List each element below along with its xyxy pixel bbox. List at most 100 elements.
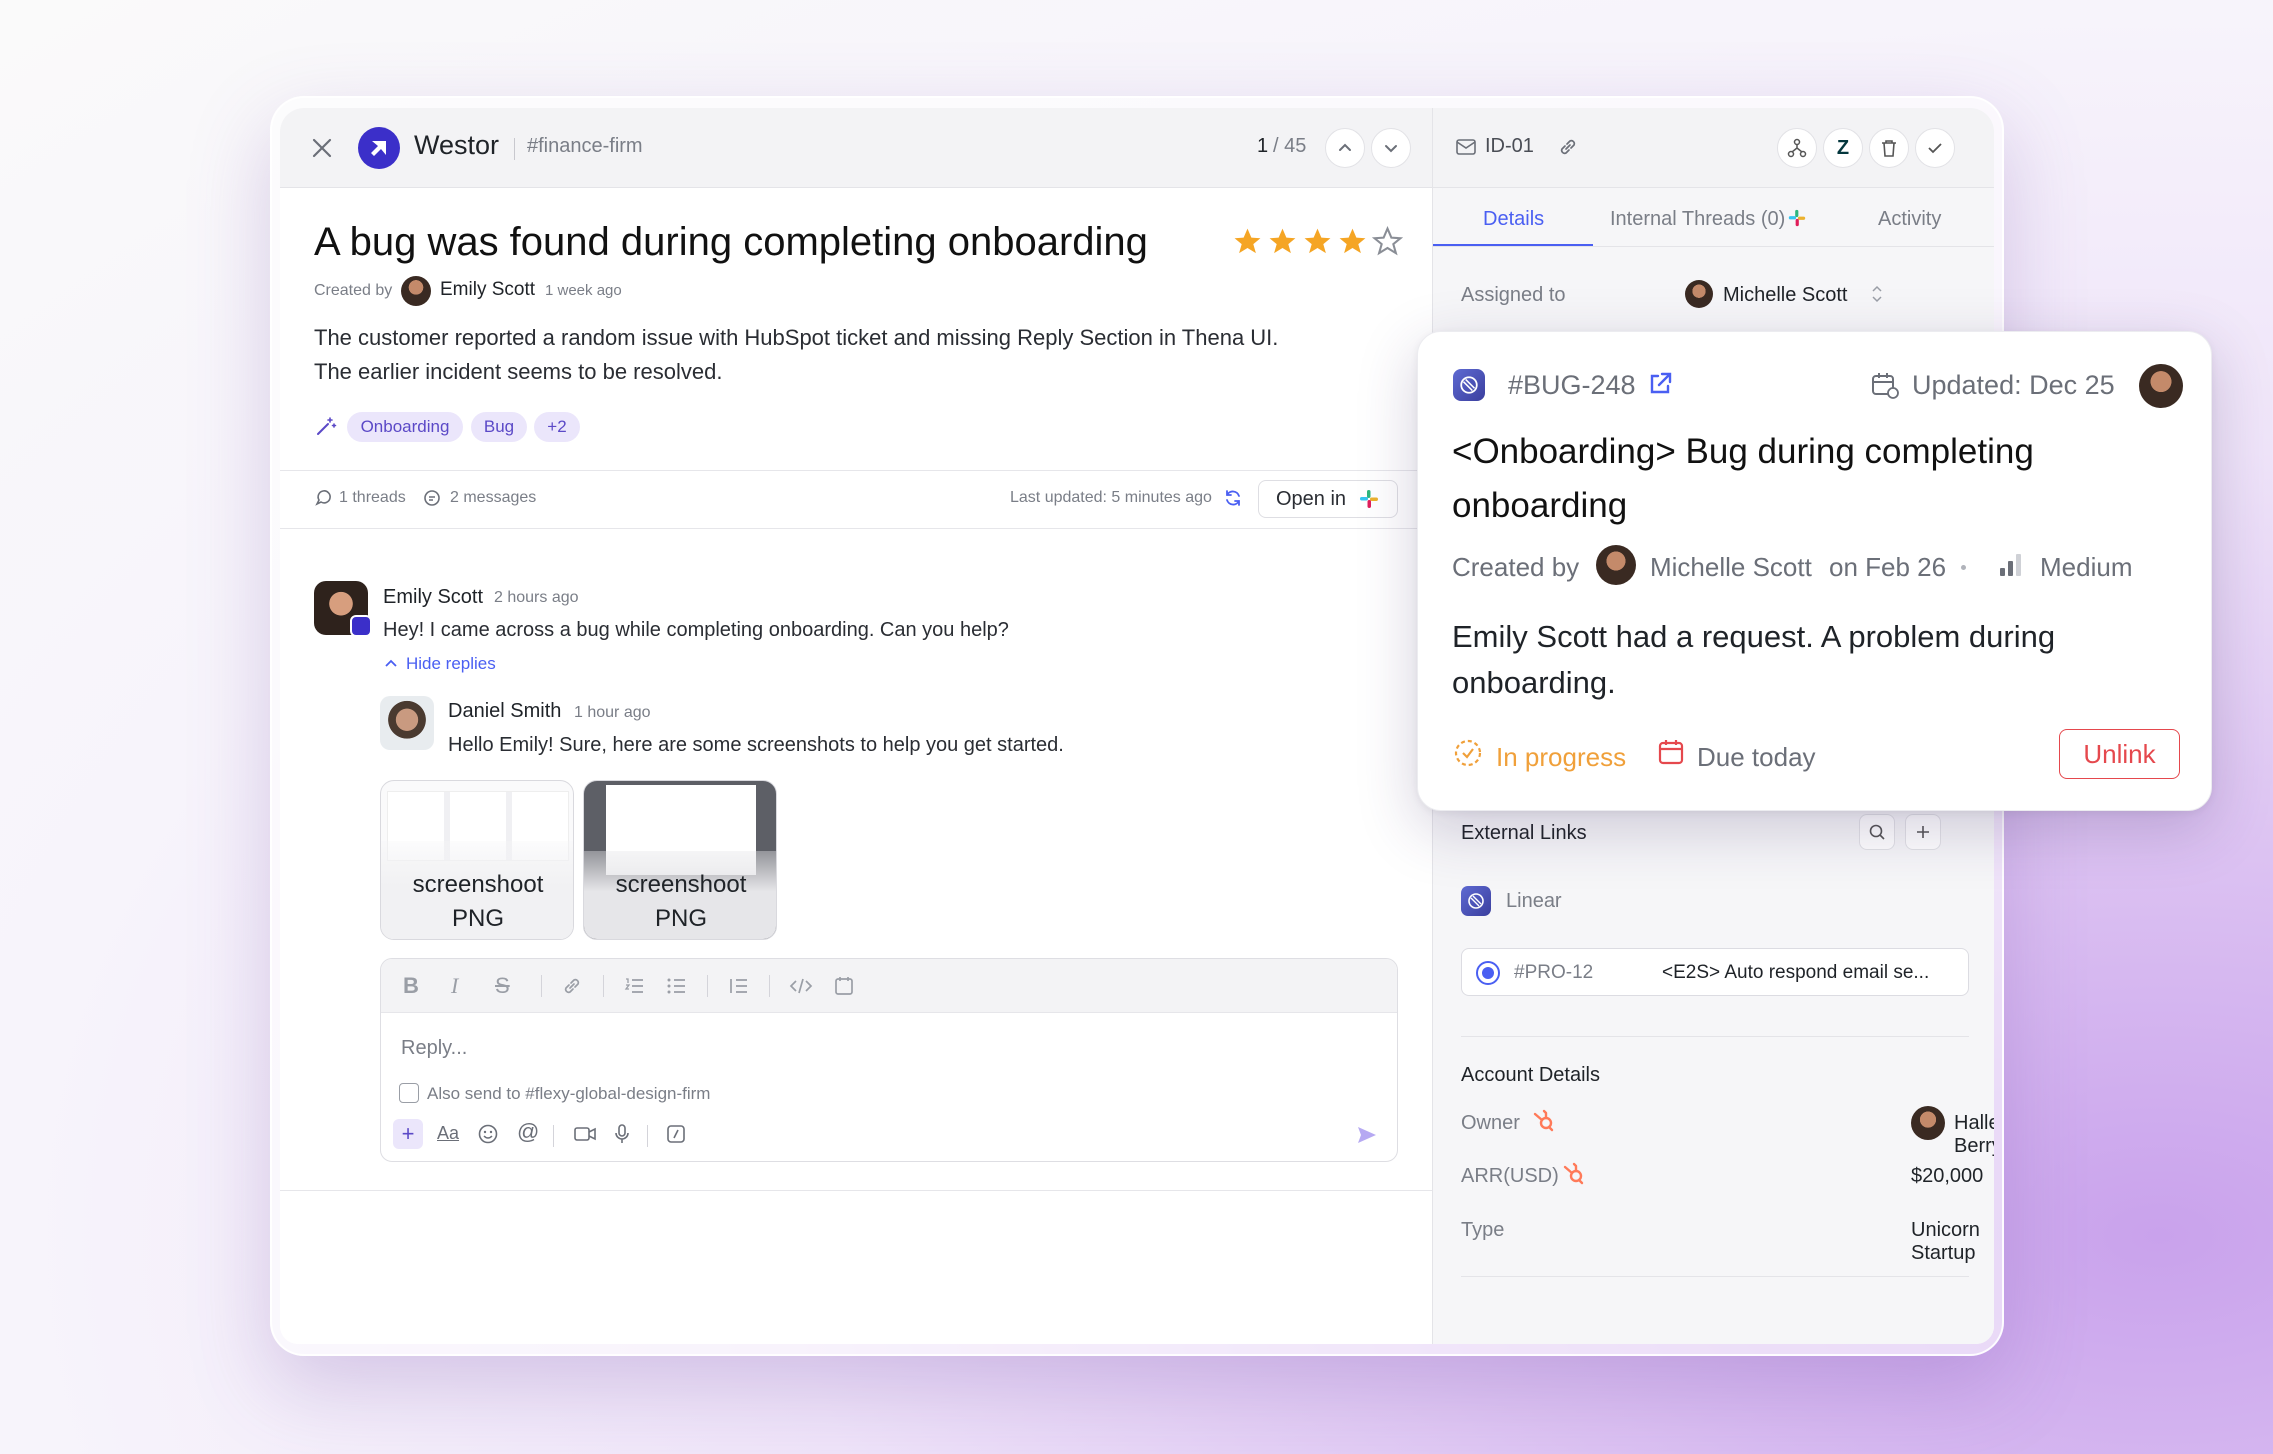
hide-replies-button[interactable]: Hide replies bbox=[384, 654, 496, 674]
chevron-down-icon bbox=[1385, 145, 1397, 153]
bold-icon[interactable]: B bbox=[403, 973, 419, 999]
bug-priority: Medium bbox=[2040, 552, 2133, 582]
formatting-toolbar: B I S bbox=[381, 959, 1397, 1013]
refresh-icon[interactable] bbox=[1223, 488, 1243, 508]
avatar bbox=[1911, 1106, 1945, 1140]
bug-created-by-label: Created by bbox=[1452, 552, 1580, 582]
trash-icon bbox=[1882, 140, 1896, 157]
messages-count: 2 messages bbox=[450, 489, 537, 506]
external-link-icon[interactable] bbox=[1646, 370, 1674, 403]
type-value: Unicorn Startup bbox=[1911, 1219, 1980, 1264]
tab-internal-threads[interactable]: Internal Threads (0) bbox=[1610, 208, 1785, 231]
ticket-title: A bug was found during completing onboar… bbox=[314, 220, 1148, 264]
next-button[interactable] bbox=[1371, 128, 1411, 168]
created-ago: 1 week ago bbox=[545, 282, 622, 299]
message-author[interactable]: Daniel Smith bbox=[448, 700, 561, 723]
workflow-button[interactable] bbox=[1777, 128, 1817, 168]
avatar bbox=[401, 276, 431, 306]
panel-topbar: ID-01 Z bbox=[1433, 108, 1994, 188]
avatar bbox=[1596, 545, 1636, 585]
hubspot-icon bbox=[1531, 1108, 1557, 1139]
attachment-name: screenshoot bbox=[615, 871, 747, 898]
resolve-button[interactable] bbox=[1915, 128, 1955, 168]
calendar-refresh-icon bbox=[1870, 370, 1900, 405]
toolbar-divider bbox=[541, 975, 542, 997]
star-filled-icon[interactable] bbox=[1232, 226, 1263, 257]
westor-badge-icon bbox=[350, 615, 372, 637]
blockquote-icon[interactable] bbox=[727, 975, 749, 1002]
ticket-author[interactable]: Emily Scott bbox=[440, 279, 535, 301]
previous-button[interactable] bbox=[1325, 128, 1365, 168]
zendesk-button[interactable]: Z bbox=[1823, 128, 1863, 168]
bullet-list-icon[interactable] bbox=[665, 975, 687, 1002]
slack-icon bbox=[1360, 490, 1379, 508]
star-filled-icon[interactable] bbox=[1337, 226, 1368, 257]
tag-more[interactable]: +2 bbox=[534, 412, 580, 442]
star-empty-icon[interactable] bbox=[1372, 226, 1403, 257]
zendesk-icon: Z bbox=[1836, 136, 1850, 159]
bug-title-line1[interactable]: <Onboarding> Bug during completing bbox=[1452, 432, 2034, 472]
attachment-thumbnail[interactable]: screenshoot PNG bbox=[583, 780, 777, 940]
channel-name: #finance-firm bbox=[527, 135, 643, 157]
close-icon[interactable] bbox=[308, 134, 336, 162]
assignee-select[interactable]: Michelle Scott bbox=[1723, 284, 1848, 307]
italic-icon[interactable]: I bbox=[451, 973, 458, 999]
ordered-list-icon[interactable] bbox=[623, 975, 645, 1002]
tag-onboarding[interactable]: Onboarding bbox=[347, 412, 463, 442]
search-icon bbox=[1869, 824, 1885, 840]
text-format-icon[interactable]: Aa bbox=[437, 1123, 459, 1144]
microphone-icon[interactable] bbox=[613, 1123, 631, 1150]
code-icon[interactable] bbox=[789, 975, 813, 1002]
slash-command-icon[interactable] bbox=[665, 1123, 687, 1150]
link-icon[interactable] bbox=[561, 975, 583, 1002]
linear-icon bbox=[1453, 369, 1485, 401]
reply-input[interactable]: Reply... bbox=[401, 1037, 467, 1060]
tag-bug[interactable]: Bug bbox=[471, 412, 527, 442]
add-button[interactable]: + bbox=[393, 1119, 423, 1149]
send-icon[interactable] bbox=[1355, 1123, 1379, 1152]
hubspot-icon bbox=[1561, 1161, 1587, 1192]
avatar bbox=[2139, 364, 2183, 408]
linear-label: Linear bbox=[1506, 890, 1562, 912]
in-progress-icon bbox=[1476, 961, 1500, 985]
messages-icon bbox=[423, 489, 441, 507]
owner-value: Halley Berry bbox=[1954, 1112, 1994, 1157]
divider bbox=[280, 1190, 1432, 1191]
tab-details[interactable]: Details bbox=[1483, 208, 1544, 231]
created-by-label: Created by bbox=[314, 282, 393, 299]
mention-icon[interactable]: @ bbox=[517, 1119, 539, 1145]
open-in-slack-button[interactable]: Open in bbox=[1258, 480, 1398, 518]
check-icon bbox=[1928, 143, 1942, 154]
message-time: 1 hour ago bbox=[574, 704, 651, 721]
rating-stars[interactable] bbox=[1232, 226, 1403, 257]
hide-replies-label: Hide replies bbox=[406, 654, 496, 673]
code-block-icon[interactable] bbox=[833, 975, 855, 1002]
tab-activity[interactable]: Activity bbox=[1878, 208, 1941, 231]
video-icon[interactable] bbox=[573, 1125, 597, 1148]
message-text: Hello Emily! Sure, here are some screens… bbox=[448, 734, 1064, 756]
bug-title-line2[interactable]: onboarding bbox=[1452, 486, 1627, 526]
strikethrough-icon[interactable]: S bbox=[495, 973, 510, 999]
star-filled-icon[interactable] bbox=[1267, 226, 1298, 257]
add-link-button[interactable] bbox=[1905, 814, 1941, 850]
star-filled-icon[interactable] bbox=[1302, 226, 1333, 257]
avatar bbox=[380, 696, 434, 750]
chevron-updown-icon[interactable] bbox=[1870, 284, 1884, 309]
emoji-icon[interactable] bbox=[477, 1123, 499, 1150]
attachment-ext: PNG bbox=[451, 905, 504, 932]
threads-count: 1 threads bbox=[339, 489, 406, 506]
linked-issue[interactable]: #PRO-12 <E2S> Auto respond email se... bbox=[1461, 948, 1969, 996]
bug-id: #BUG-248 bbox=[1508, 370, 1636, 400]
bug-created-on: on Feb 26 bbox=[1829, 552, 1947, 582]
magic-wand-icon[interactable] bbox=[314, 414, 338, 438]
unlink-button[interactable]: Unlink bbox=[2059, 729, 2180, 779]
delete-button[interactable] bbox=[1869, 128, 1909, 168]
message-author[interactable]: Emily Scott bbox=[383, 586, 483, 609]
separator-dot bbox=[1961, 565, 1966, 570]
also-send-checkbox[interactable] bbox=[399, 1083, 419, 1103]
bug-status[interactable]: In progress bbox=[1496, 742, 1626, 773]
attachment-thumbnail[interactable]: screenshoot PNG bbox=[380, 780, 574, 940]
link-icon[interactable] bbox=[1557, 136, 1579, 163]
linear-icon bbox=[1461, 886, 1491, 916]
search-links-button[interactable] bbox=[1859, 814, 1895, 850]
